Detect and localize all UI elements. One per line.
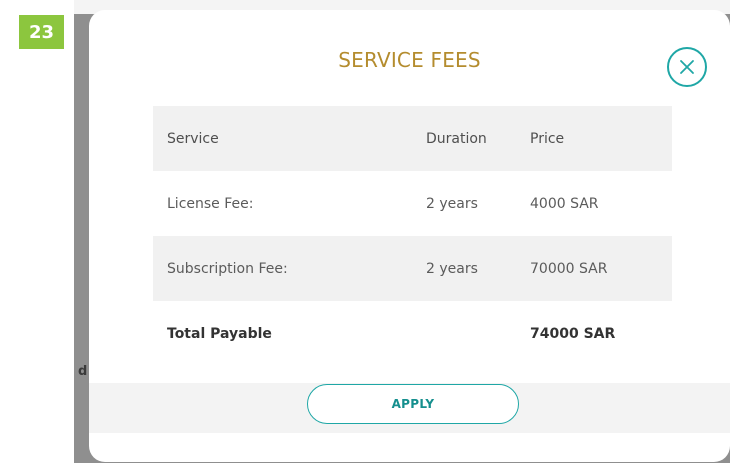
service-fees-modal: SERVICE FEES Service Duration Price Lice… — [89, 10, 730, 462]
column-header-duration: Duration — [426, 130, 487, 147]
close-button[interactable] — [667, 47, 707, 87]
table-row: License Fee: 2 years 4000 SAR — [153, 171, 672, 236]
background-text-fragment: d — [78, 364, 88, 379]
modal-title: SERVICE FEES — [338, 48, 481, 72]
price-cell: 70000 SAR — [530, 260, 608, 277]
close-icon — [680, 60, 694, 74]
total-label: Total Payable — [167, 325, 272, 342]
total-duration-cell — [412, 301, 516, 366]
column-header-price: Price — [530, 130, 565, 147]
service-cell: Subscription Fee: — [167, 260, 288, 277]
service-cell: License Fee: — [167, 195, 254, 212]
duration-cell: 2 years — [426, 195, 478, 212]
step-badge: 23 — [19, 15, 64, 49]
total-row: Total Payable 74000 SAR — [153, 301, 672, 366]
price-cell: 4000 SAR — [530, 195, 599, 212]
apply-button[interactable]: APPLY — [307, 384, 519, 424]
fees-table: Service Duration Price License Fee: 2 ye… — [153, 106, 672, 366]
column-header-service: Service — [167, 130, 219, 147]
table-row: Subscription Fee: 2 years 70000 SAR — [153, 236, 672, 301]
duration-cell: 2 years — [426, 260, 478, 277]
table-header-row: Service Duration Price — [153, 106, 672, 171]
total-price: 74000 SAR — [530, 325, 616, 342]
